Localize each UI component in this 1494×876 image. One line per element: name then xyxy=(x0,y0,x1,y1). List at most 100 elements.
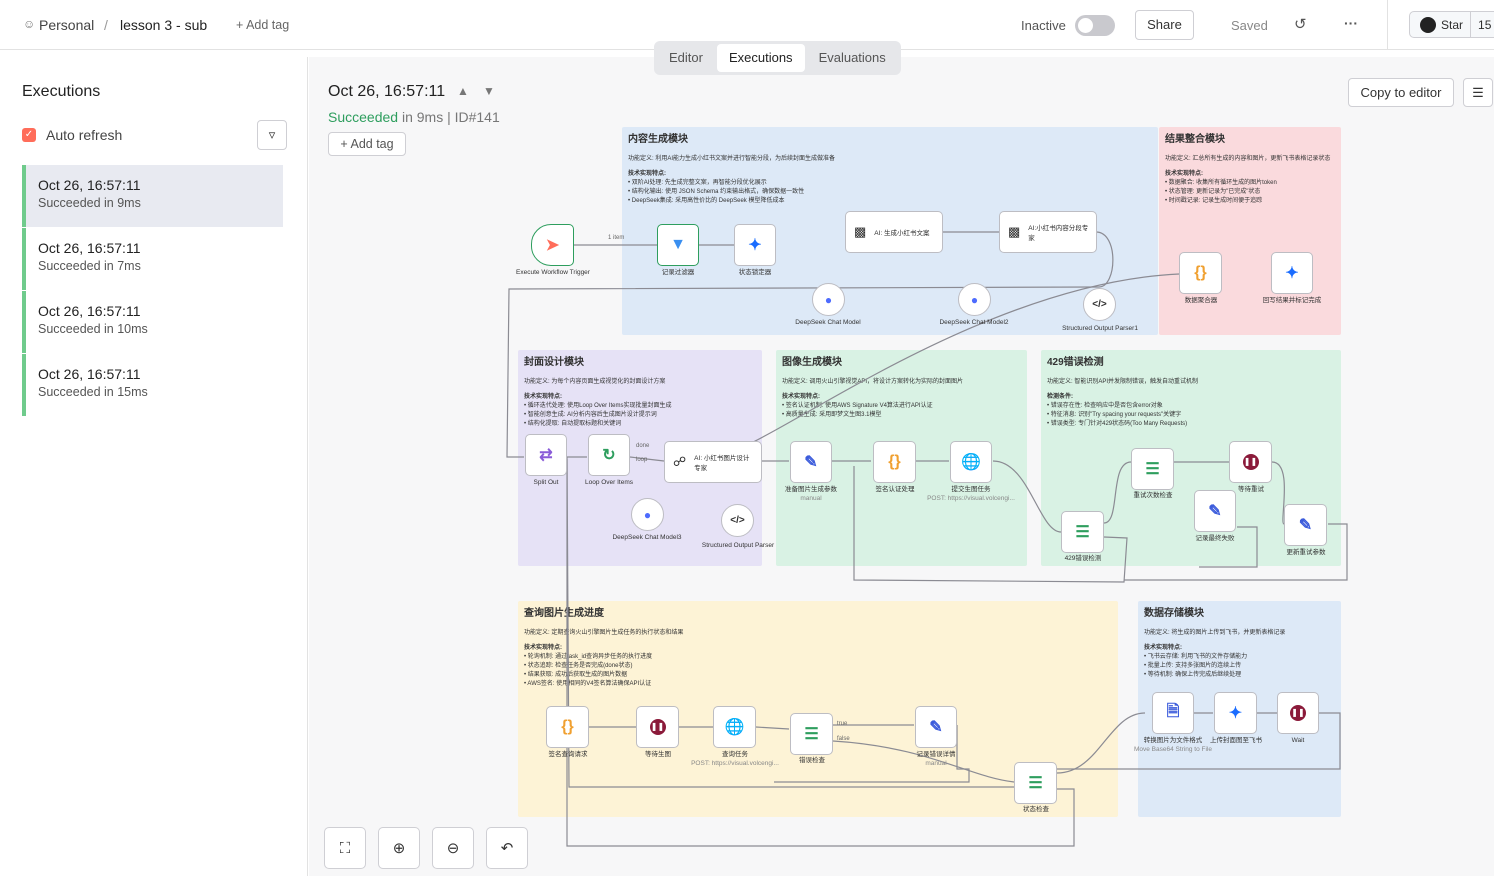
github-star-button[interactable]: Star 15 xyxy=(1409,11,1494,38)
log-error-node[interactable]: ✎ xyxy=(915,706,957,748)
wait-node[interactable]: ❚❚ xyxy=(1277,692,1319,734)
filter-icon: ▼ xyxy=(670,236,686,253)
edge-label: 1 item xyxy=(608,235,625,241)
node-label: 记录最终失败 xyxy=(1195,535,1235,542)
node-label: DeepSeek Chat Model2 xyxy=(939,319,1009,326)
sign-auth-node[interactable]: {} xyxy=(873,441,916,483)
history-icon[interactable]: ↺ xyxy=(1294,15,1307,33)
file-icon: 🗎 xyxy=(1166,702,1180,720)
output-parser1-node[interactable]: </> xyxy=(1083,288,1116,321)
node-label: 签名查询请求 xyxy=(548,751,588,758)
deepseek-icon: ● xyxy=(970,292,979,307)
status-check-node[interactable]: ☰ xyxy=(1014,762,1057,804)
output-parser-node[interactable]: </> xyxy=(721,504,754,537)
query-task-node[interactable]: 🌐 xyxy=(713,706,756,748)
submit-task-node[interactable]: 🌐 xyxy=(950,441,992,483)
deepseek-model2-node[interactable]: ● xyxy=(958,283,991,316)
update-retry-node[interactable]: ✎ xyxy=(1284,504,1327,546)
execution-status: Succeeded in 15ms xyxy=(38,385,148,399)
execution-item[interactable]: Oct 26, 16:57:11 Succeeded in 9ms xyxy=(22,165,283,227)
sign-query-node[interactable]: {} xyxy=(546,706,589,748)
node-label: 429错误检测 xyxy=(1064,555,1102,562)
execute-workflow-trigger-node[interactable]: ➤ xyxy=(531,224,574,266)
wait-retry-node[interactable]: ❚❚ xyxy=(1229,441,1272,483)
robot-icon: ▩ xyxy=(1008,224,1021,239)
node-label: 更新重试参数 xyxy=(1286,549,1326,556)
node-label: Structured Output Parser xyxy=(701,542,775,549)
parser-icon: </> xyxy=(730,515,745,526)
filter-button[interactable]: ▿ xyxy=(257,120,287,150)
if-icon: ☰ xyxy=(804,726,819,743)
node-label: 重试次数检查 xyxy=(1133,492,1173,499)
wait-image-node[interactable]: ❚❚ xyxy=(636,706,679,748)
execution-time: Oct 26, 16:57:11 xyxy=(38,366,141,382)
retry-check-node[interactable]: ☰ xyxy=(1131,448,1174,490)
execution-item[interactable]: Oct 26, 16:57:11 Succeeded in 10ms xyxy=(22,291,283,353)
zoom-out-button[interactable]: ⊖ xyxy=(432,827,474,869)
merge-node[interactable]: {} xyxy=(1179,252,1222,294)
prepare-params-node[interactable]: ✎ xyxy=(790,441,832,483)
node-label: 错误检查 xyxy=(799,757,825,764)
lark-icon: ✦ xyxy=(1285,265,1299,282)
trigger-icon: ➤ xyxy=(545,237,560,254)
tab-executions[interactable]: Executions xyxy=(716,44,805,72)
node-sublabel: manual xyxy=(800,495,822,502)
reset-zoom-button[interactable]: ↶ xyxy=(486,827,528,869)
edge-label: true xyxy=(837,721,848,727)
error-check-node[interactable]: ☰ xyxy=(790,713,833,755)
globe-icon: 🌐 xyxy=(961,454,981,471)
tab-editor[interactable]: Editor xyxy=(657,44,715,72)
auto-refresh-checkbox[interactable]: ✓ xyxy=(22,128,36,142)
if-icon: ☰ xyxy=(1028,775,1043,792)
breadcrumb-workspace[interactable]: Personal xyxy=(39,17,94,33)
connection xyxy=(755,726,790,730)
pencil-icon: ✎ xyxy=(804,454,818,471)
zoom-out-icon: ⊖ xyxy=(446,840,460,857)
execution-item[interactable]: Oct 26, 16:57:11 Succeeded in 7ms xyxy=(22,228,283,290)
breadcrumb-separator: / xyxy=(104,17,108,33)
pencil-icon: ✎ xyxy=(929,719,943,736)
node-label: Loop Over Items xyxy=(584,479,634,486)
edge-label: done xyxy=(636,443,650,449)
robot-icon: ▩ xyxy=(854,224,867,239)
loop-node[interactable]: ↻ xyxy=(588,434,630,476)
ai-splitter-node[interactable]: ▩ AI:小红书内容分段专家 xyxy=(999,211,1097,253)
split-out-node[interactable]: ⇄ xyxy=(525,434,567,476)
check-429-node[interactable]: ☰ xyxy=(1061,511,1104,553)
deepseek-model-node[interactable]: ● xyxy=(812,283,845,316)
node-label: 数据聚合器 xyxy=(1184,297,1218,304)
loop-icon: ↻ xyxy=(602,447,616,464)
lark-icon: ✦ xyxy=(1228,705,1243,722)
filter-icon: ▿ xyxy=(268,127,276,142)
filter-node[interactable]: ▼ xyxy=(657,224,699,266)
execution-item[interactable]: Oct 26, 16:57:11 Succeeded in 15ms xyxy=(22,354,283,416)
zoom-in-button[interactable]: ⊕ xyxy=(378,827,420,869)
upload-lark-node[interactable]: ✦ xyxy=(1214,692,1257,734)
active-status-label: Inactive xyxy=(1021,18,1066,33)
ai-writer-node[interactable]: ▩ AI: 生成小红书文案 xyxy=(845,211,943,253)
ai-cover-designer-node[interactable]: ☍ AI: 小红书图片设计专家 xyxy=(664,441,762,483)
deepseek-model3-node[interactable]: ● xyxy=(631,498,664,531)
more-options-icon[interactable]: ··· xyxy=(1344,15,1358,31)
fit-view-button[interactable]: ⛶ xyxy=(324,827,366,869)
node-label: DeepSeek Chat Model xyxy=(795,319,861,326)
edge-label: loop xyxy=(636,457,648,463)
tab-evaluations[interactable]: Evaluations xyxy=(807,44,898,72)
share-button[interactable]: Share xyxy=(1135,10,1194,40)
undo-icon: ↶ xyxy=(500,840,514,857)
code-braces-icon: {} xyxy=(888,453,901,470)
node-title: AI: 小红书图片设计专家 xyxy=(694,455,750,472)
executions-sidebar: Executions ✓ Auto refresh ▿ Oct 26, 16:5… xyxy=(0,57,308,876)
code-braces-icon: {} xyxy=(561,718,574,735)
node-label: Execute Workflow Trigger xyxy=(516,269,590,276)
auto-refresh-label[interactable]: Auto refresh xyxy=(46,127,122,143)
lark-done-node[interactable]: ✦ xyxy=(1271,252,1313,294)
sidebar-title: Executions xyxy=(22,83,101,100)
lark-lock-node[interactable]: ✦ xyxy=(734,224,776,266)
convert-file-node[interactable]: 🗎 xyxy=(1152,692,1194,734)
workflow-name[interactable]: lesson 3 - sub xyxy=(120,17,207,33)
active-toggle[interactable] xyxy=(1075,15,1115,36)
log-fail-node[interactable]: ✎ xyxy=(1194,490,1236,532)
add-tag-link[interactable]: + Add tag xyxy=(236,18,289,32)
workflow-canvas[interactable]: Oct 26, 16:57:11 ▲ ▼ Succeeded in 9ms | … xyxy=(309,57,1494,876)
